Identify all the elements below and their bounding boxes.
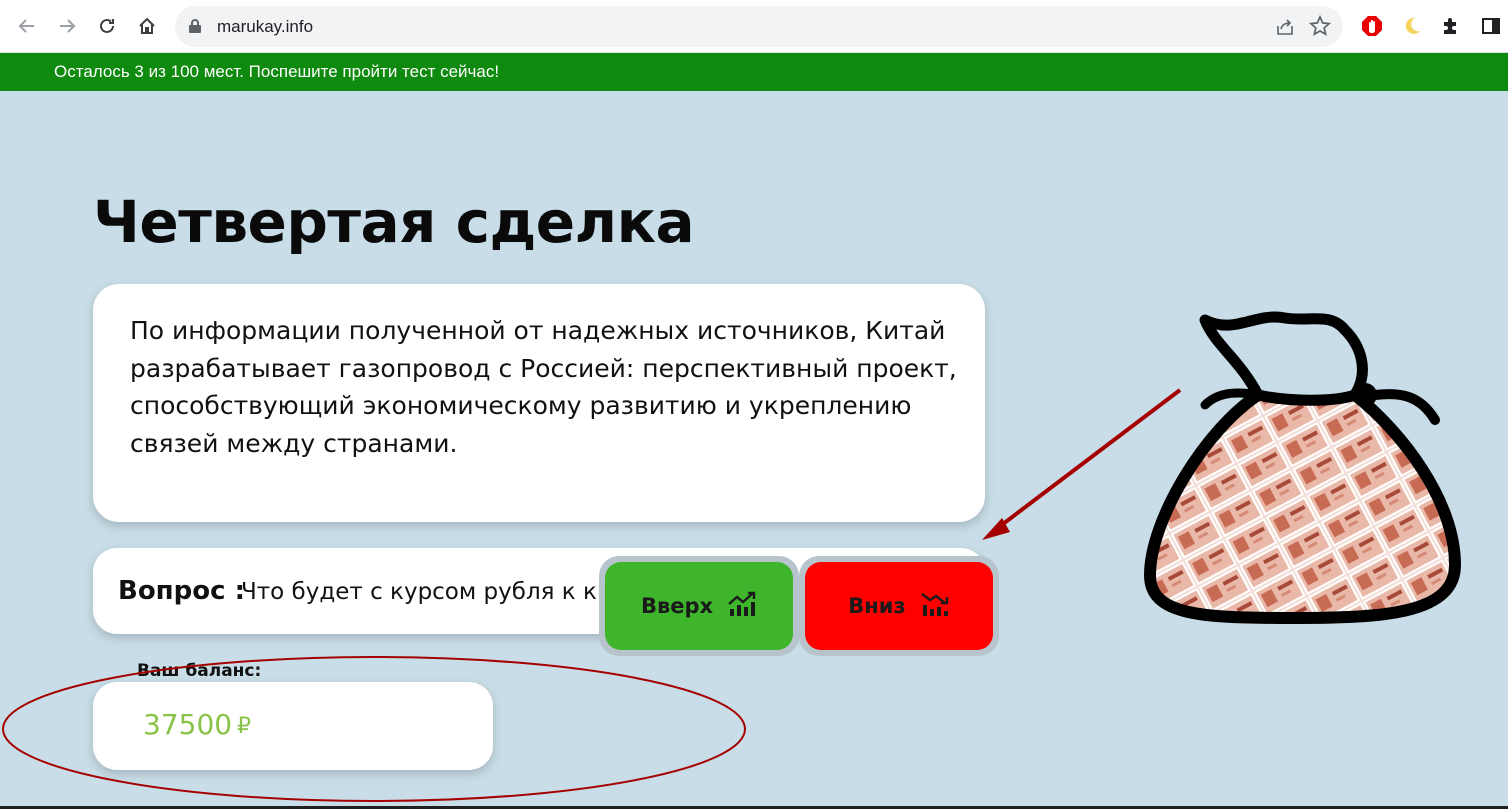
forward-icon[interactable] bbox=[52, 11, 82, 41]
info-text: По информации полученной от надежных ист… bbox=[130, 316, 957, 458]
back-icon[interactable] bbox=[12, 11, 42, 41]
side-panel-icon[interactable] bbox=[1478, 13, 1504, 39]
lock-icon[interactable] bbox=[188, 18, 202, 38]
address-bar[interactable]: marukay.info bbox=[175, 6, 1343, 47]
reload-icon[interactable] bbox=[92, 11, 122, 41]
balance-card: 37500 ₽ bbox=[93, 682, 493, 770]
down-button-label: Вниз bbox=[848, 594, 906, 618]
url-text[interactable]: marukay.info bbox=[217, 17, 313, 37]
down-button[interactable]: Вниз bbox=[799, 556, 999, 656]
trend-up-icon bbox=[727, 591, 757, 622]
moon-extension-icon[interactable] bbox=[1399, 13, 1425, 39]
page-title: Четвертая сделка bbox=[93, 188, 695, 256]
adblock-extension-icon[interactable] bbox=[1359, 13, 1385, 39]
up-button-label: Вверх bbox=[640, 594, 714, 618]
red-arrow-annotation bbox=[982, 388, 1182, 540]
banner-text: Осталось 3 из 100 мест. Поспешите пройти… bbox=[54, 62, 500, 81]
question-label: Вопрос : bbox=[118, 576, 245, 606]
currency-symbol: ₽ bbox=[237, 714, 251, 739]
extensions-puzzle-icon[interactable] bbox=[1438, 13, 1464, 39]
info-card: По информации полученной от надежных ист… bbox=[93, 284, 985, 522]
share-icon[interactable] bbox=[1275, 17, 1295, 41]
trend-down-icon bbox=[920, 591, 950, 622]
balance-value: 37500 bbox=[143, 708, 233, 741]
star-icon[interactable] bbox=[1308, 14, 1332, 41]
money-bag-illustration bbox=[1144, 311, 1461, 624]
browser-toolbar: marukay.info bbox=[0, 0, 1508, 53]
home-icon[interactable] bbox=[132, 11, 162, 41]
balance-label: Ваш баланс: bbox=[137, 661, 262, 681]
up-button[interactable]: Вверх bbox=[599, 556, 799, 656]
announcement-banner: Осталось 3 из 100 мест. Поспешите пройти… bbox=[0, 53, 1508, 91]
